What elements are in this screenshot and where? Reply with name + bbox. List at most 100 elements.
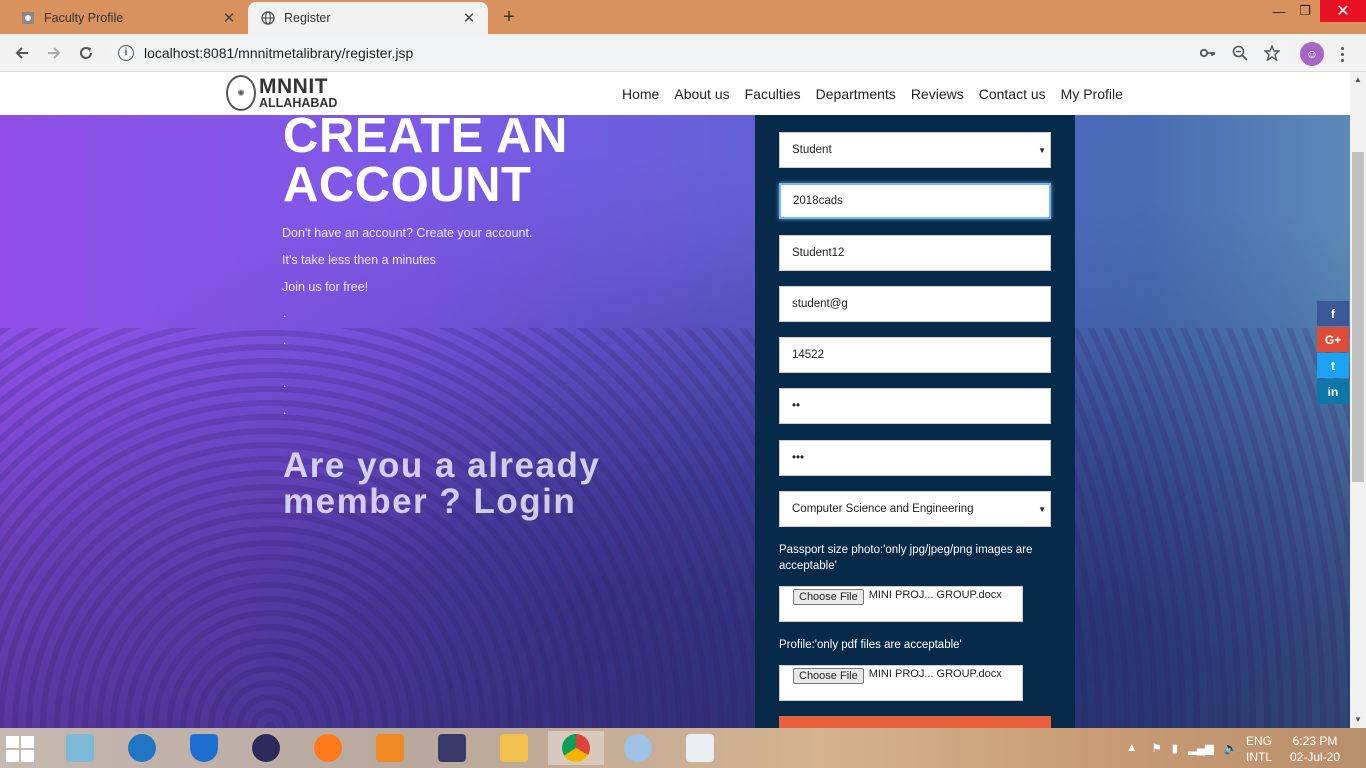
confirm-password-input[interactable]: •••	[779, 440, 1051, 476]
facebook-icon[interactable]: f	[1317, 301, 1349, 326]
page-title: CREATE AN ACCOUNT	[283, 112, 568, 210]
spacer-dot: .	[283, 306, 287, 320]
title-line1: CREATE AN	[283, 109, 568, 163]
close-window-button[interactable]: ✕	[1320, 0, 1366, 22]
photo-choose-file-button[interactable]: Choose File	[793, 589, 864, 605]
system-clock[interactable]: 6:23 PM 02-Jul-20	[1290, 733, 1340, 765]
lang-line1: ENG	[1246, 734, 1273, 748]
close-tab-icon[interactable]: ✕	[220, 9, 238, 27]
defender-shield-icon[interactable]	[176, 731, 232, 765]
nav-home[interactable]: Home	[622, 86, 659, 102]
tool-app-icon[interactable]	[114, 731, 170, 765]
role-select-value: Student	[792, 144, 832, 156]
browser-menu-icon[interactable]	[1334, 42, 1350, 66]
network-alert-icon[interactable]: ⚑	[1151, 741, 1161, 755]
linkedin-icon[interactable]: in	[1317, 379, 1349, 404]
email-value: student@g	[792, 298, 848, 310]
info-icon[interactable]: i	[118, 45, 134, 61]
url-text: localhost:8081/mnnitmetalibrary/register…	[144, 45, 414, 61]
java-ee-ide-icon[interactable]	[424, 731, 480, 765]
profile-avatar[interactable]: ☺	[1300, 42, 1324, 66]
eclipse-app-icon[interactable]	[238, 731, 294, 765]
crowd-background-image	[0, 328, 1350, 728]
photo-label: Passport size photo:'only jpg/jpeg/png i…	[779, 544, 1033, 572]
file-explorer-icon[interactable]	[486, 731, 542, 765]
firefox-icon[interactable]	[300, 731, 356, 765]
main-nav: Home About us Faculties Departments Revi…	[622, 72, 1138, 115]
new-tab-button[interactable]: +	[498, 6, 520, 28]
maximize-button[interactable]: ❐	[1290, 0, 1320, 22]
tab-title: Faculty Profile	[44, 11, 124, 25]
title-line2: ACCOUNT	[283, 158, 532, 212]
nav-reviews[interactable]: Reviews	[911, 86, 964, 102]
hero-line-3: Join us for free!	[282, 280, 369, 294]
twitter-icon[interactable]: t	[1317, 353, 1349, 378]
zoom-icon[interactable]	[1228, 38, 1252, 68]
tab-register[interactable]: Register ✕	[248, 2, 488, 34]
key-icon[interactable]	[1196, 38, 1220, 68]
notepad-app-icon[interactable]	[52, 731, 108, 765]
browser-toolbar: i localhost:8081/mnnitmetalibrary/regist…	[0, 34, 1366, 72]
phone-value: 14522	[792, 349, 824, 361]
profile-choose-file-button[interactable]: Choose File	[793, 668, 864, 684]
bookmark-star-icon[interactable]	[1260, 38, 1284, 68]
password-input[interactable]: ••	[779, 388, 1051, 424]
paint-app-icon[interactable]	[610, 731, 666, 765]
scroll-up-arrow-icon[interactable]: ▲	[1350, 72, 1366, 88]
close-tab-icon[interactable]: ✕	[460, 9, 478, 27]
hero-line-2: It's take less then a minutes	[282, 253, 436, 267]
forward-arrow-icon[interactable]	[42, 42, 66, 64]
volume-icon[interactable]: 🔈	[1224, 741, 1238, 755]
logo-line2: ALLAHABAD	[259, 96, 338, 111]
nav-contact-us[interactable]: Contact us	[979, 86, 1046, 102]
department-select[interactable]: Computer Science and Engineering ▼	[779, 491, 1051, 527]
photo-file-input[interactable]: Choose File MINI PROJ... GROUP.docx	[779, 586, 1023, 622]
reload-icon[interactable]	[74, 42, 98, 64]
chrome-icon[interactable]	[548, 731, 604, 765]
scroll-down-arrow-icon[interactable]: ▼	[1350, 712, 1366, 728]
role-select[interactable]: Student ▼	[779, 132, 1051, 168]
registration-number-input[interactable]: 2018cads	[779, 183, 1051, 219]
show-hidden-icons-icon[interactable]: ▲	[1126, 742, 1137, 754]
login-line2: member ? Login	[283, 482, 577, 521]
college-seal-icon: ✺	[226, 75, 256, 111]
password-mask: ••	[792, 400, 801, 412]
confirm-password-mask: •••	[792, 452, 805, 464]
profile-file-input[interactable]: Choose File MINI PROJ... GROUP.docx	[779, 665, 1023, 701]
document-app-icon[interactable]	[672, 731, 728, 765]
spacer-dot: .	[283, 376, 287, 390]
signal-icon[interactable]: ▂▄▆	[1188, 741, 1214, 755]
google-plus-icon[interactable]: G+	[1317, 327, 1349, 352]
tab-faculty-profile[interactable]: Faculty Profile ✕	[8, 2, 248, 34]
email-input[interactable]: student@g	[779, 286, 1051, 322]
register-submit-button[interactable]	[779, 716, 1051, 728]
pdf-app-icon[interactable]	[362, 731, 418, 765]
nav-faculties[interactable]: Faculties	[745, 86, 801, 102]
input-language[interactable]: ENG INTL	[1246, 733, 1272, 765]
scrollbar-thumb[interactable]	[1352, 152, 1364, 482]
nav-my-profile[interactable]: My Profile	[1061, 86, 1123, 102]
profile-label: Profile:'only pdf files are acceptable'	[779, 639, 962, 651]
mnnit-logo[interactable]: ✺ MNNIT ALLAHABAD	[226, 75, 337, 111]
windows-taskbar: ▲ ⚑ ▮ ▂▄▆ 🔈 ENG INTL 6:23 PM 02-Jul-20	[0, 728, 1366, 768]
clock-date: 02-Jul-20	[1290, 750, 1341, 764]
username-input[interactable]: Student12	[779, 235, 1051, 271]
battery-icon[interactable]: ▮	[1172, 741, 1178, 755]
address-bar[interactable]: i localhost:8081/mnnitmetalibrary/regist…	[110, 38, 1290, 68]
register-form: Student ▼ 2018cads Student12 student@g 1…	[755, 115, 1075, 728]
chevron-down-icon: ▼	[1038, 505, 1046, 514]
page-scrollbar[interactable]: ▲ ▼	[1350, 72, 1366, 728]
hero-line-1: Don't have an account? Create your accou…	[282, 226, 533, 240]
nav-about-us[interactable]: About us	[674, 86, 729, 102]
phone-input[interactable]: 14522	[779, 337, 1051, 373]
social-share-bar: f G+ t in	[1317, 301, 1349, 405]
tab-strip: Faculty Profile ✕ Register ✕ + — ❐ ✕	[0, 0, 1366, 34]
login-link[interactable]: Are you a already member ? Login	[283, 448, 600, 520]
back-arrow-icon[interactable]	[10, 42, 34, 64]
login-line1: Are you a already	[283, 446, 601, 485]
globe-icon	[260, 10, 276, 26]
page-viewport: ✺ MNNIT ALLAHABAD Home About us Facultie…	[0, 72, 1350, 728]
nav-departments[interactable]: Departments	[816, 86, 896, 102]
username-value: Student12	[792, 247, 845, 259]
windows-start-icon[interactable]	[6, 736, 34, 762]
